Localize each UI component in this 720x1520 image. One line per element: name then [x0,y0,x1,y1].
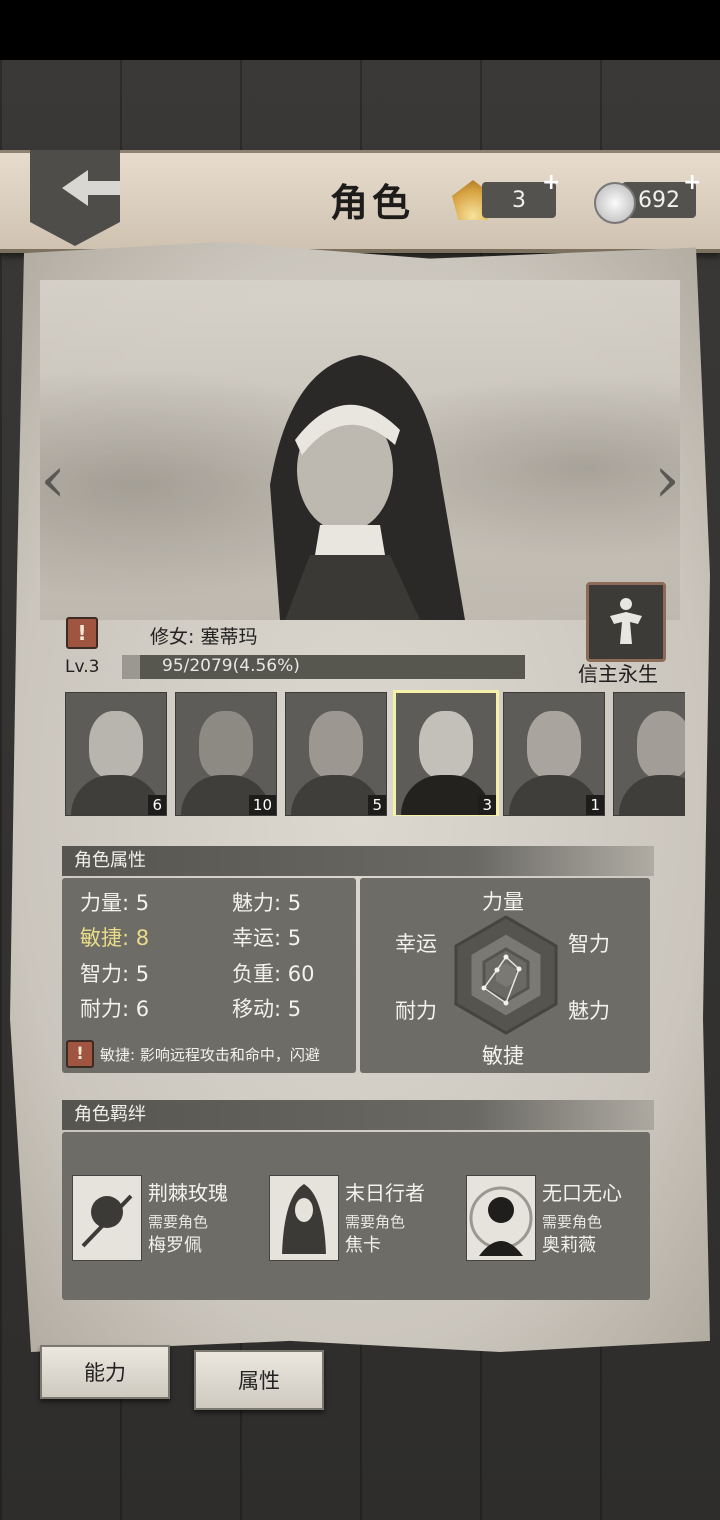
stat-intelligence: 智力: 5 [80,962,150,986]
roster-level: 6 [148,795,166,815]
radar-label-intelligence: 智力 [568,932,610,956]
bond-character: 奥莉薇 [542,1235,596,1256]
bond-item[interactable]: 无口无心 需要角色 奥莉薇 [466,1175,656,1265]
roster-card[interactable]: 10 [175,692,277,816]
thorn-rose-icon [72,1175,142,1261]
bonds-section-title: 角色羁绊 [62,1100,654,1130]
stat-charm: 魅力: 5 [232,891,302,915]
trait-button[interactable] [586,582,666,662]
character-level: Lv.3 [65,657,100,677]
back-arrow-icon [62,170,120,206]
stat-endurance: 耐力: 6 [80,997,150,1021]
roster-card[interactable] [613,692,685,816]
character-name: 修女: 塞蒂玛 [150,626,258,648]
page-title: 角色 [330,180,415,225]
bond-title: 末日行者 [345,1181,425,1205]
bond-requirement: 需要角色 [148,1213,209,1231]
portrait-face [309,711,363,779]
character-roster: 6 10 5 3 1 [65,690,685,816]
portrait-face [419,711,473,779]
tab-attribute[interactable]: 属性 [194,1350,324,1410]
roster-level: 3 [478,795,496,815]
roster-level: 10 [248,795,276,815]
tab-ability[interactable]: 能力 [40,1345,170,1399]
stat-agility[interactable]: 敏捷: 8 [80,922,149,952]
radar-label-strength: 力量 [482,890,524,914]
stat-weight: 负重: 60 [232,962,315,986]
character-info-icon[interactable]: ! [66,617,98,649]
xp-text: 95/2079(4.56%) [162,656,300,676]
prev-character-button[interactable]: ‹ [38,443,68,517]
radar-label-endurance: 耐力 [395,999,437,1023]
xp-bar: 95/2079(4.56%) [122,655,525,679]
coin-currency-icon [594,182,636,224]
hooded-figure-icon [269,1175,339,1261]
attributes-section-title: 角色属性 [62,846,654,876]
praying-figure-icon [610,598,642,644]
attribute-description: 敏捷: 影响远程攻击和命中，闪避 [100,1046,320,1064]
portrait-face [199,711,253,779]
roster-card[interactable]: 1 [503,692,605,816]
bond-item[interactable]: 末日行者 需要角色 焦卡 [269,1175,459,1265]
attribute-radar-chart [454,915,558,1035]
bond-character: 焦卡 [345,1235,381,1256]
faceless-figure-icon [466,1175,536,1261]
trait-label: 信主永生 [578,662,658,686]
add-coins-button[interactable]: + [683,170,701,195]
radar-label-luck: 幸运 [395,932,437,956]
bond-item[interactable]: 荆棘玫瑰 需要角色 梅罗佩 [72,1175,262,1265]
radar-label-charm: 魅力 [568,999,610,1023]
portrait-face [637,711,685,779]
character-portrait [270,355,465,620]
roster-level: 1 [586,795,604,815]
bond-title: 荆棘玫瑰 [148,1181,228,1205]
next-character-button[interactable]: › [652,443,682,517]
portrait-body [619,775,685,815]
portrait-face [89,711,143,779]
stat-strength: 力量: 5 [80,891,150,915]
status-bar [0,0,720,60]
roster-card[interactable]: 6 [65,692,167,816]
bond-title: 无口无心 [542,1181,622,1205]
roster-level: 5 [368,795,386,815]
roster-card-selected[interactable]: 3 [393,690,499,816]
stat-luck: 幸运: 5 [232,926,302,950]
add-shells-button[interactable]: + [542,170,560,195]
stat-move: 移动: 5 [232,997,302,1021]
xp-bar-fill [122,655,141,679]
attribute-info-icon: ! [66,1040,94,1068]
bond-requirement: 需要角色 [345,1213,406,1231]
portrait-face [527,711,581,779]
radar-label-agility: 敏捷 [482,1044,524,1068]
bond-requirement: 需要角色 [542,1213,603,1231]
roster-card[interactable]: 5 [285,692,387,816]
bond-character: 梅罗佩 [148,1235,202,1256]
